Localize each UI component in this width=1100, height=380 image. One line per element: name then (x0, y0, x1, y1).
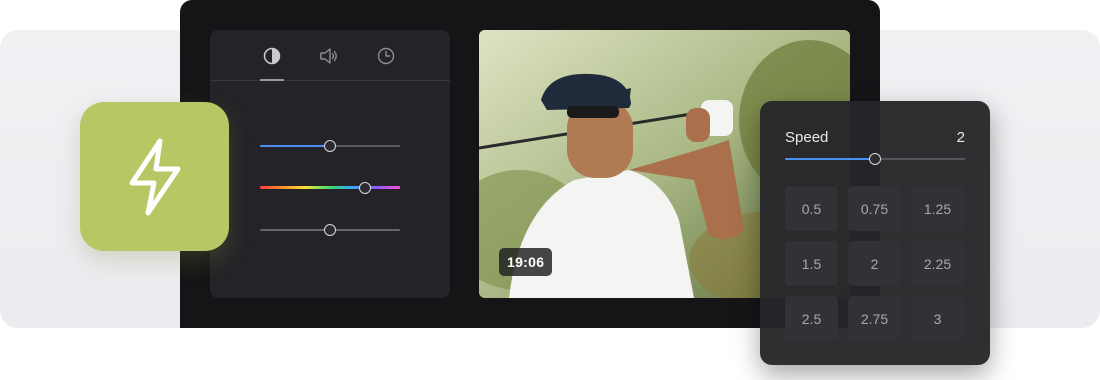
app-icon (80, 102, 229, 251)
speed-option-button[interactable]: 1.5 (785, 241, 838, 286)
speed-option-button[interactable]: 3 (911, 296, 964, 341)
video-timestamp: 19:06 (499, 248, 553, 276)
volume-icon (320, 48, 337, 64)
tab-bar (210, 30, 450, 81)
hue-slider[interactable] (260, 181, 400, 195)
lightning-bolt-icon (129, 138, 180, 215)
slider-knob[interactable] (359, 182, 371, 194)
active-tab-indicator (260, 79, 284, 81)
controls-panel (210, 30, 450, 298)
speed-option-button[interactable]: 1.25 (911, 186, 964, 231)
tab-volume[interactable] (316, 43, 342, 69)
slider-fill (260, 145, 330, 147)
clock-icon (377, 47, 395, 65)
speed-option-button[interactable]: 2 (848, 241, 901, 286)
speed-option-button[interactable]: 0.75 (848, 186, 901, 231)
speed-title: Speed (785, 129, 829, 146)
speed-panel: Speed 2 0.5 0.75 1.25 1.5 2 2.25 2.5 2.7… (760, 101, 990, 365)
speed-current-value: 2 (956, 129, 965, 146)
tab-contrast[interactable] (259, 43, 285, 69)
slider-knob[interactable] (869, 153, 881, 165)
contrast-icon (263, 47, 281, 65)
speed-slider[interactable] (785, 152, 965, 166)
slider-knob[interactable] (324, 224, 336, 236)
speed-option-button[interactable]: 2.25 (911, 241, 964, 286)
slider-knob[interactable] (324, 140, 336, 152)
tab-timer[interactable] (373, 43, 399, 69)
slider-track (260, 186, 400, 189)
speed-options-grid: 0.5 0.75 1.25 1.5 2 2.25 2.5 2.75 3 (785, 186, 965, 341)
blue-slider[interactable] (260, 139, 400, 153)
speed-option-button[interactable]: 2.5 (785, 296, 838, 341)
slider-fill (785, 158, 875, 160)
speed-option-button[interactable]: 0.5 (785, 186, 838, 231)
speed-option-button[interactable]: 2.75 (848, 296, 901, 341)
gray-slider[interactable] (260, 223, 400, 237)
